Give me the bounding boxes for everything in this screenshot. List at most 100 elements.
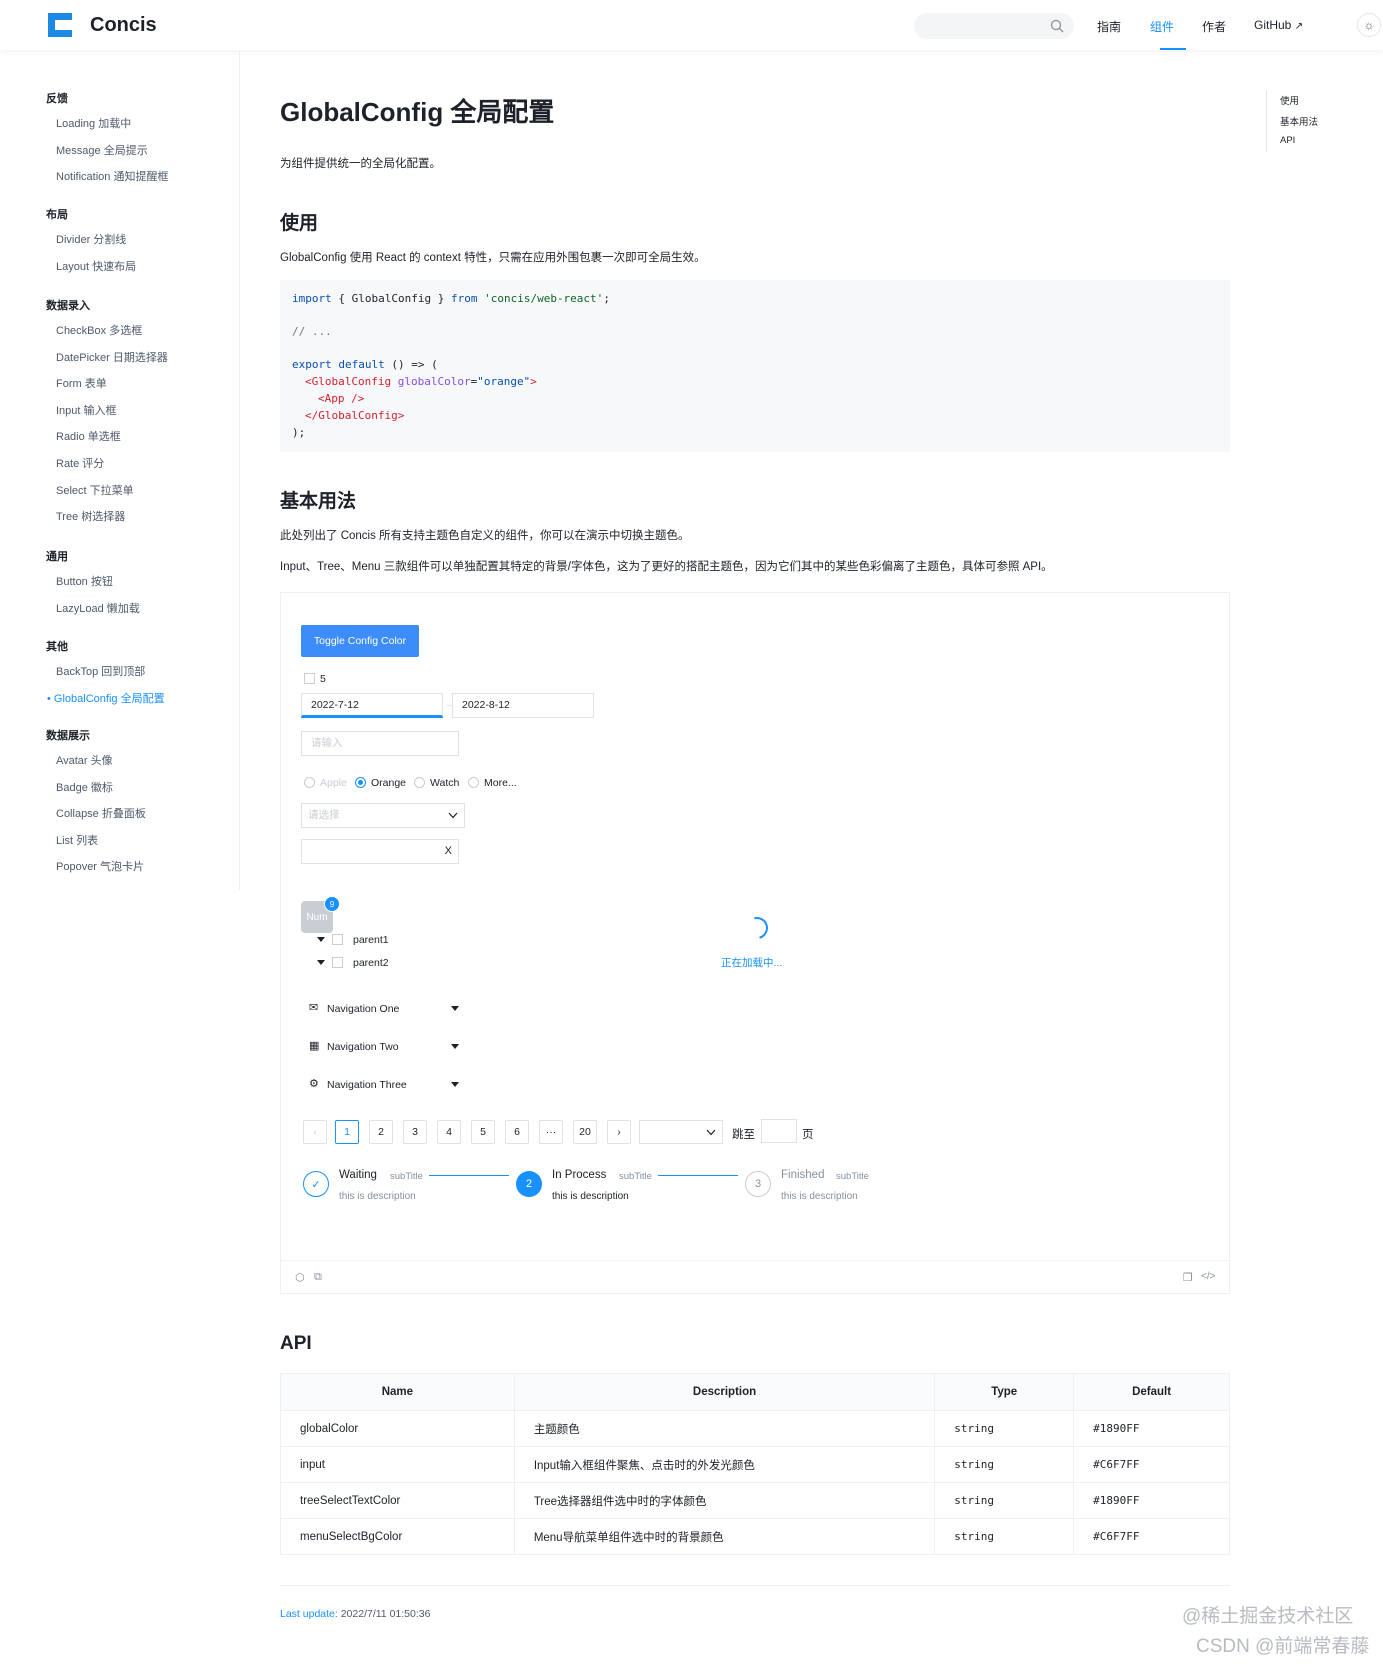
pagination-page[interactable]: 4 xyxy=(437,1120,461,1144)
sidebar-item[interactable]: Collapse 折叠面板 xyxy=(56,805,146,821)
copy-icon[interactable]: ❐ xyxy=(1183,1271,1193,1284)
sidebar-item[interactable]: Notification 通知提醒框 xyxy=(56,168,168,184)
chevron-down-icon xyxy=(448,812,458,819)
tree-node-parent1[interactable]: parent1 xyxy=(353,934,389,946)
toc-item-usage[interactable]: 使用 xyxy=(1280,93,1299,107)
caret-down-icon[interactable] xyxy=(451,1082,459,1087)
mail-icon: ✉ xyxy=(309,1002,319,1014)
sidebar-item[interactable]: BackTop 回到顶部 xyxy=(56,663,145,679)
watermark: @稀土掘金技术社区 xyxy=(1182,1606,1354,1627)
clearable-input[interactable]: X xyxy=(301,839,459,864)
sidebar-item[interactable]: Layout 快速布局 xyxy=(56,258,136,274)
sidebar-group-title: 通用 xyxy=(46,551,68,563)
menu-navigation-one[interactable]: Navigation One xyxy=(327,1003,399,1015)
sidebar-item[interactable]: Loading 加载中 xyxy=(56,115,131,131)
jump-page-input[interactable] xyxy=(761,1119,797,1143)
sidebar-item[interactable]: Button 按钮 xyxy=(56,573,113,589)
cell-name: globalColor xyxy=(280,1410,515,1447)
cell-description: Input输入框组件聚焦、点击时的外发光颜色 xyxy=(513,1446,936,1483)
usage-heading: 使用 xyxy=(280,213,319,234)
step-description: this is description xyxy=(339,1191,416,1202)
sidebar-item[interactable]: DatePicker 日期选择器 xyxy=(56,349,168,365)
demo-box: Toggle Config Color 5 2022-7-12 → 2022-8… xyxy=(280,592,1230,1294)
sidebar-item[interactable]: Divider 分割线 xyxy=(56,231,126,247)
page-intro: 为组件提供统一的全局化配置。 xyxy=(280,158,441,170)
toc-item-api[interactable]: API xyxy=(1280,135,1295,146)
pagination-ellipsis[interactable]: ··· xyxy=(539,1120,563,1144)
sidebar-item[interactable]: Select 下拉菜单 xyxy=(56,482,134,498)
menu-navigation-three[interactable]: Navigation Three xyxy=(327,1079,407,1091)
pagination-page[interactable]: 6 xyxy=(505,1120,529,1144)
grid-icon: ▦ xyxy=(309,1040,320,1052)
nav-author[interactable]: 作者 xyxy=(1202,18,1226,35)
tree-checkbox-parent1[interactable] xyxy=(332,934,343,945)
nav-components[interactable]: 组件 xyxy=(1150,18,1174,35)
show-code-icon[interactable]: </> xyxy=(1201,1271,1215,1282)
text-input[interactable]: 请输入 xyxy=(301,731,459,756)
sidebar-item[interactable]: LazyLoad 懒加载 xyxy=(56,600,140,616)
cell-default: #C6F7FF xyxy=(1073,1518,1230,1555)
sidebar-item[interactable]: Radio 单选框 xyxy=(56,428,121,444)
sidebar-item[interactable]: Avatar 头像 xyxy=(56,752,113,768)
step-check-icon: ✓ xyxy=(303,1171,329,1197)
tree-node-parent2[interactable]: parent2 xyxy=(353,957,389,969)
radio-more[interactable] xyxy=(468,777,479,788)
sidebar-group-title: 其他 xyxy=(46,641,68,653)
step-subtitle: subTitle xyxy=(390,1171,423,1182)
api-table: Name Description Type Default globalColo… xyxy=(280,1373,1230,1555)
table-row: input Input输入框组件聚焦、点击时的外发光颜色 string #C6F… xyxy=(280,1446,1230,1483)
nav-github[interactable]: GitHub ↗ xyxy=(1254,18,1303,32)
sidebar-item[interactable]: Badge 徽标 xyxy=(56,779,113,795)
toc-item-basic-usage[interactable]: 基本用法 xyxy=(1280,114,1318,128)
radio-apple-label: Apple xyxy=(320,777,347,789)
cell-name: menuSelectBgColor xyxy=(280,1518,515,1555)
tree-expand-icon[interactable] xyxy=(317,937,325,942)
sidebar-item[interactable]: Popover 气泡卡片 xyxy=(56,858,144,874)
sidebar-item[interactable]: Tree 树选择器 xyxy=(56,508,125,524)
theme-toggle-button[interactable]: ☼ xyxy=(1357,13,1381,37)
radio-orange[interactable] xyxy=(355,777,366,788)
tree-expand-icon[interactable] xyxy=(317,960,325,965)
sidebar-item[interactable]: • GlobalConfig 全局配置 xyxy=(47,690,165,706)
step-connector xyxy=(658,1175,738,1176)
column-header: Type xyxy=(934,1373,1075,1411)
sidebar-item[interactable]: Message 全局提示 xyxy=(56,142,148,158)
nav-guide[interactable]: 指南 xyxy=(1097,18,1121,35)
pagination-page[interactable]: 20 xyxy=(573,1120,597,1144)
sidebar-item[interactable]: Input 输入框 xyxy=(56,402,117,418)
pagination-page[interactable]: 2 xyxy=(369,1120,393,1144)
clear-icon[interactable]: X xyxy=(445,840,452,863)
open-external-icon[interactable]: ⧉ xyxy=(314,1271,322,1284)
usage-text: GlobalConfig 使用 React 的 context 特性，只需在应用… xyxy=(280,252,706,264)
cell-default: #C6F7FF xyxy=(1073,1446,1230,1483)
codesandbox-icon[interactable]: ⬡ xyxy=(295,1271,305,1284)
concis-logo-icon[interactable] xyxy=(44,9,76,41)
sidebar-item[interactable]: Rate 评分 xyxy=(56,455,104,471)
radio-apple[interactable] xyxy=(304,777,315,788)
search-input[interactable] xyxy=(914,13,1074,39)
pagination-next-icon[interactable]: › xyxy=(607,1120,631,1144)
caret-down-icon[interactable] xyxy=(451,1044,459,1049)
pagination-page[interactable]: 5 xyxy=(471,1120,495,1144)
brand-name[interactable]: Concis xyxy=(90,14,157,37)
date-end-input[interactable]: 2022-8-12 xyxy=(452,693,594,718)
caret-down-icon[interactable] xyxy=(451,1006,459,1011)
code-block: import { GlobalConfig } from 'concis/web… xyxy=(280,280,1230,452)
tree-checkbox-parent2[interactable] xyxy=(332,957,343,968)
pagination-prev-icon[interactable]: ‹ xyxy=(303,1120,327,1144)
checkbox[interactable] xyxy=(304,673,315,684)
page-size-select[interactable] xyxy=(639,1120,723,1144)
radio-watch[interactable] xyxy=(414,777,425,788)
demo-toolbar: ⬡ ⧉ ❐ </> xyxy=(281,1260,1229,1294)
pagination-page[interactable]: 1 xyxy=(335,1120,359,1144)
sidebar-item[interactable]: CheckBox 多选框 xyxy=(56,322,142,338)
table-of-contents: 使用 基本用法 API xyxy=(1266,90,1318,152)
search-icon[interactable] xyxy=(1050,19,1064,33)
sidebar-item[interactable]: List 列表 xyxy=(56,832,98,848)
toggle-color-button[interactable]: Toggle Config Color xyxy=(301,625,419,657)
sidebar-item[interactable]: Form 表单 xyxy=(56,375,107,391)
select-box[interactable]: 请选择 xyxy=(301,803,465,828)
menu-navigation-two[interactable]: Navigation Two xyxy=(327,1041,399,1053)
date-start-input[interactable]: 2022-7-12 xyxy=(301,693,443,718)
pagination-page[interactable]: 3 xyxy=(403,1120,427,1144)
